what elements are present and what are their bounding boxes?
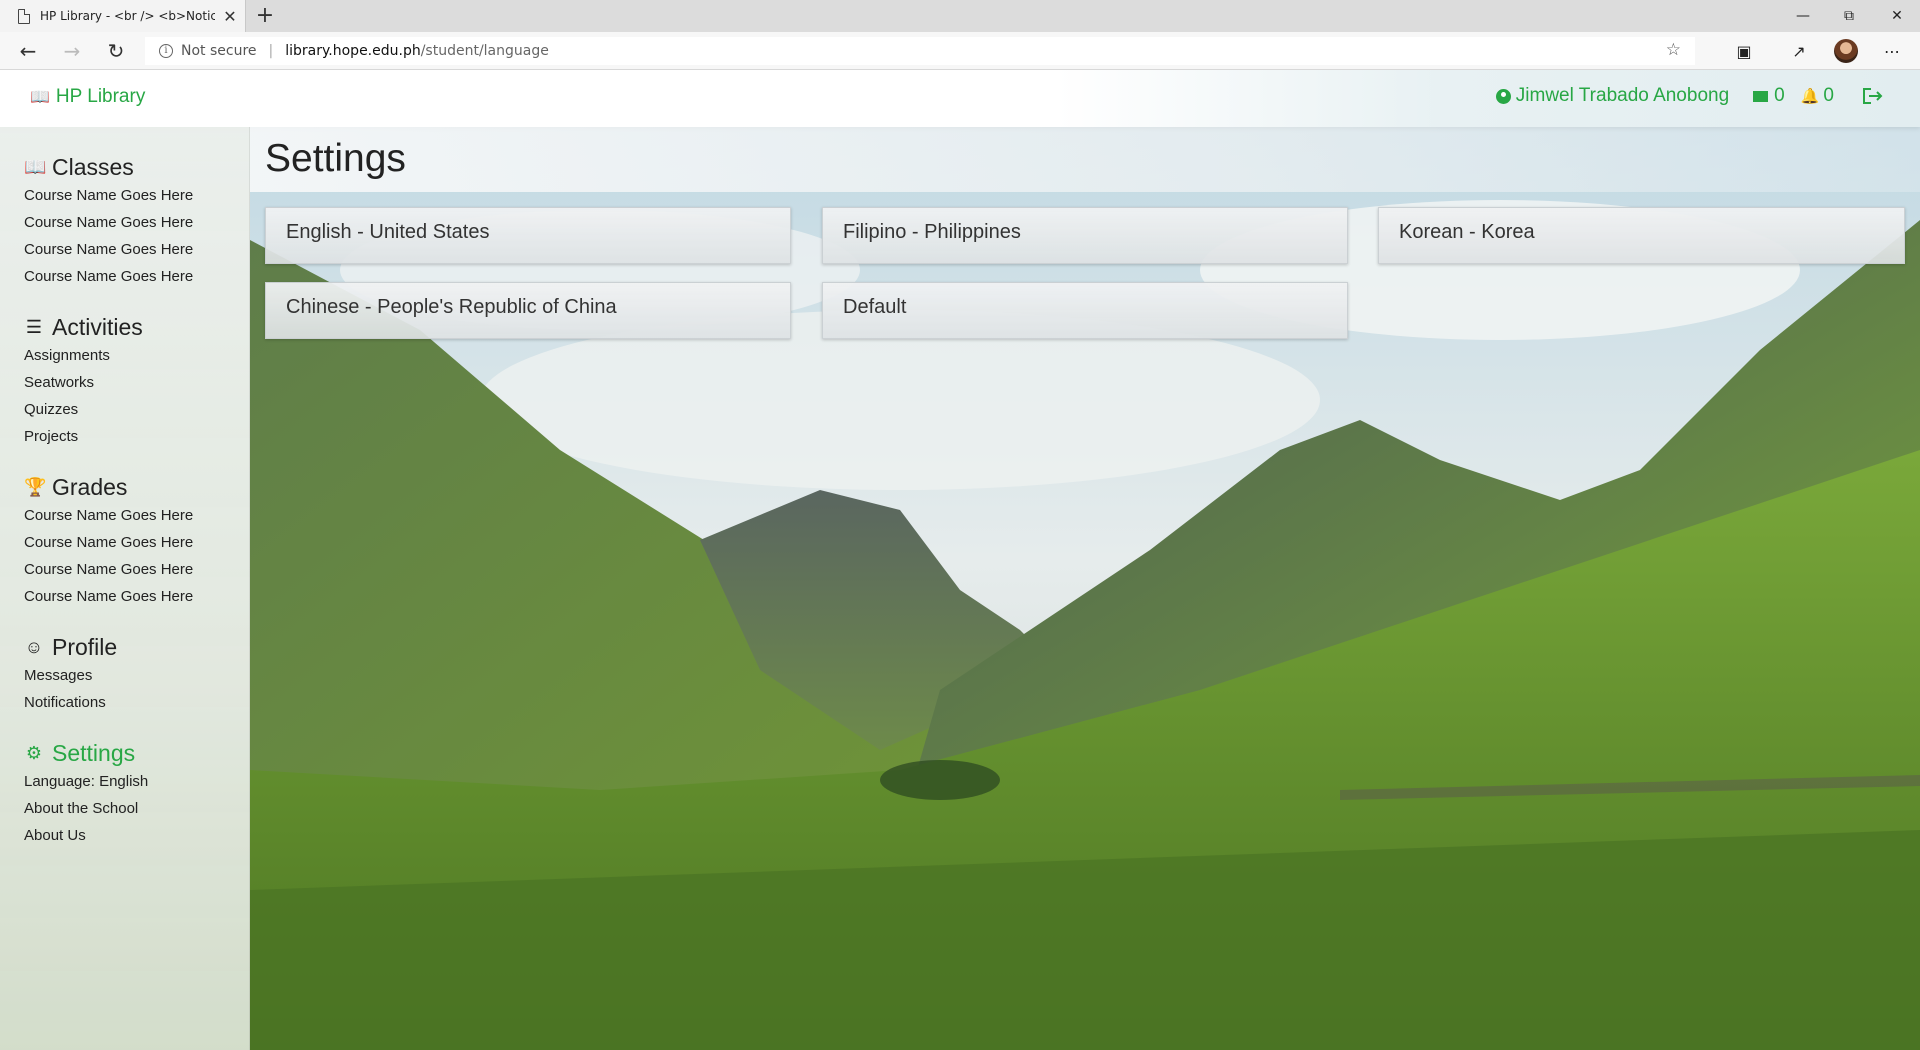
sidebar-item-quizzes[interactable]: Quizzes (24, 396, 143, 423)
list-icon: ☰ (25, 316, 43, 337)
bell-icon: 🔔 (1800, 88, 1820, 105)
notifications-link[interactable]: 🔔 0 (1801, 85, 1834, 107)
security-label: Not secure (181, 43, 257, 59)
logout-icon[interactable] (1862, 87, 1884, 105)
minimize-icon[interactable]: — (1780, 0, 1826, 32)
url-host: library.hope.edu.ph (285, 43, 421, 59)
back-icon[interactable]: ← (8, 32, 48, 70)
more-menu-icon[interactable]: ⋯ (1872, 32, 1912, 70)
sidebar-item-about-school[interactable]: About the School (24, 795, 148, 822)
page-title: Settings (265, 137, 406, 180)
refresh-icon[interactable]: ↻ (96, 32, 136, 70)
sidebar-heading-label: Classes (52, 153, 134, 180)
messages-link[interactable]: 0 (1753, 85, 1785, 107)
page: 📖 HP Library Jimwel Trabado Anobong 0 🔔 … (0, 70, 1920, 1050)
forward-icon[interactable]: → (52, 32, 92, 70)
user-icon: ☺ (24, 636, 44, 657)
sidebar-heading-classes[interactable]: 📖 Classes (24, 152, 193, 182)
sidebar-item-course[interactable]: Course Name Goes Here (24, 236, 193, 263)
sidebar-heading-settings[interactable]: ⚙ Settings (24, 738, 148, 768)
sidebar-item-course[interactable]: Course Name Goes Here (24, 556, 193, 583)
sidebar-item-notifications[interactable]: Notifications (24, 689, 117, 716)
navbar-right: Jimwel Trabado Anobong 0 🔔 0 (1472, 85, 1884, 107)
new-tab-button[interactable]: + (252, 3, 278, 29)
sidebar-item-about-us[interactable]: About Us (24, 822, 148, 849)
favorite-star-icon[interactable]: ☆ (1666, 40, 1681, 60)
sidebar-item-assignments[interactable]: Assignments (24, 342, 143, 369)
sidebar-item-projects[interactable]: Projects (24, 423, 143, 450)
messages-count: 0 (1774, 85, 1785, 106)
sidebar-heading-grades[interactable]: 🏆 Grades (24, 472, 193, 502)
profile-avatar-icon[interactable] (1826, 32, 1866, 70)
book-icon: 📖 (30, 89, 50, 106)
info-icon[interactable]: i (159, 44, 173, 58)
sidebar-heading-profile[interactable]: ☺ Profile (24, 632, 117, 662)
top-navbar: 📖 HP Library Jimwel Trabado Anobong 0 🔔 … (0, 70, 1920, 127)
language-option-english[interactable]: English - United States (265, 207, 791, 264)
sidebar-section-grades: 🏆 Grades Course Name Goes Here Course Na… (24, 472, 193, 610)
user-icon (1495, 88, 1511, 104)
close-window-icon[interactable]: ✕ (1874, 0, 1920, 32)
tab-title: HP Library - <br /> <b>Notice< (40, 9, 215, 23)
sidebar-item-course[interactable]: Course Name Goes Here (24, 529, 193, 556)
tab-close-button[interactable]: ✕ (215, 7, 245, 26)
browser-tab-bar: HP Library - <br /> <b>Notice< ✕ + — ⧉ ✕ (0, 0, 1920, 32)
title-bar: Settings (250, 127, 1920, 192)
page-icon (18, 8, 30, 24)
sidebar-item-course[interactable]: Course Name Goes Here (24, 209, 193, 236)
language-option-default[interactable]: Default (822, 282, 1348, 339)
url-field[interactable]: i Not secure | library.hope.edu.ph/stude… (145, 37, 1695, 65)
url-separator: | (268, 43, 274, 59)
sidebar-heading-label: Activities (52, 313, 143, 340)
brand-label: HP Library (55, 86, 146, 107)
sidebar-section-classes: 📖 Classes Course Name Goes Here Course N… (24, 152, 193, 290)
brand-link[interactable]: 📖 HP Library (30, 86, 145, 108)
address-bar: ← → ↻ i Not secure | library.hope.edu.ph… (0, 32, 1920, 70)
language-option-chinese[interactable]: Chinese - People's Republic of China (265, 282, 791, 339)
share-icon[interactable]: ↗ (1779, 32, 1819, 70)
sidebar-section-settings: ⚙ Settings Language: English About the S… (24, 738, 148, 849)
reading-view-icon[interactable]: ▣ (1724, 32, 1764, 70)
sidebar-item-course[interactable]: Course Name Goes Here (24, 583, 193, 610)
sidebar-item-messages[interactable]: Messages (24, 662, 117, 689)
language-option-filipino[interactable]: Filipino - Philippines (822, 207, 1348, 264)
envelope-icon (1753, 90, 1769, 102)
sidebar-item-course[interactable]: Course Name Goes Here (24, 182, 193, 209)
sidebar-item-course[interactable]: Course Name Goes Here (24, 502, 193, 529)
sidebar-item-language[interactable]: Language: English (24, 768, 148, 795)
user-name: Jimwel Trabado Anobong (1515, 85, 1730, 106)
sidebar-section-profile: ☺ Profile Messages Notifications (24, 632, 117, 716)
sidebar-heading-label: Settings (52, 739, 136, 766)
language-option-korean[interactable]: Korean - Korea (1378, 207, 1905, 264)
sidebar-heading-activities[interactable]: ☰ Activities (24, 312, 143, 342)
notifications-count: 0 (1823, 85, 1834, 106)
browser-tab[interactable]: HP Library - <br /> <b>Notice< ✕ (0, 0, 246, 32)
sidebar-heading-label: Profile (52, 633, 118, 660)
url-path: /student/language (420, 43, 549, 59)
gear-icon: ⚙ (25, 742, 43, 763)
sidebar-heading-label: Grades (52, 473, 128, 500)
trophy-icon: 🏆 (24, 476, 47, 497)
book-icon: 📖 (24, 156, 47, 177)
sidebar: 📖 Classes Course Name Goes Here Course N… (0, 127, 250, 1050)
sidebar-item-seatworks[interactable]: Seatworks (24, 369, 143, 396)
user-profile-link[interactable]: Jimwel Trabado Anobong (1495, 85, 1730, 107)
sidebar-section-activities: ☰ Activities Assignments Seatworks Quizz… (24, 312, 143, 450)
main-content: Settings English - United States Filipin… (250, 127, 1920, 1050)
restore-icon[interactable]: ⧉ (1826, 0, 1872, 32)
sidebar-item-course[interactable]: Course Name Goes Here (24, 263, 193, 290)
